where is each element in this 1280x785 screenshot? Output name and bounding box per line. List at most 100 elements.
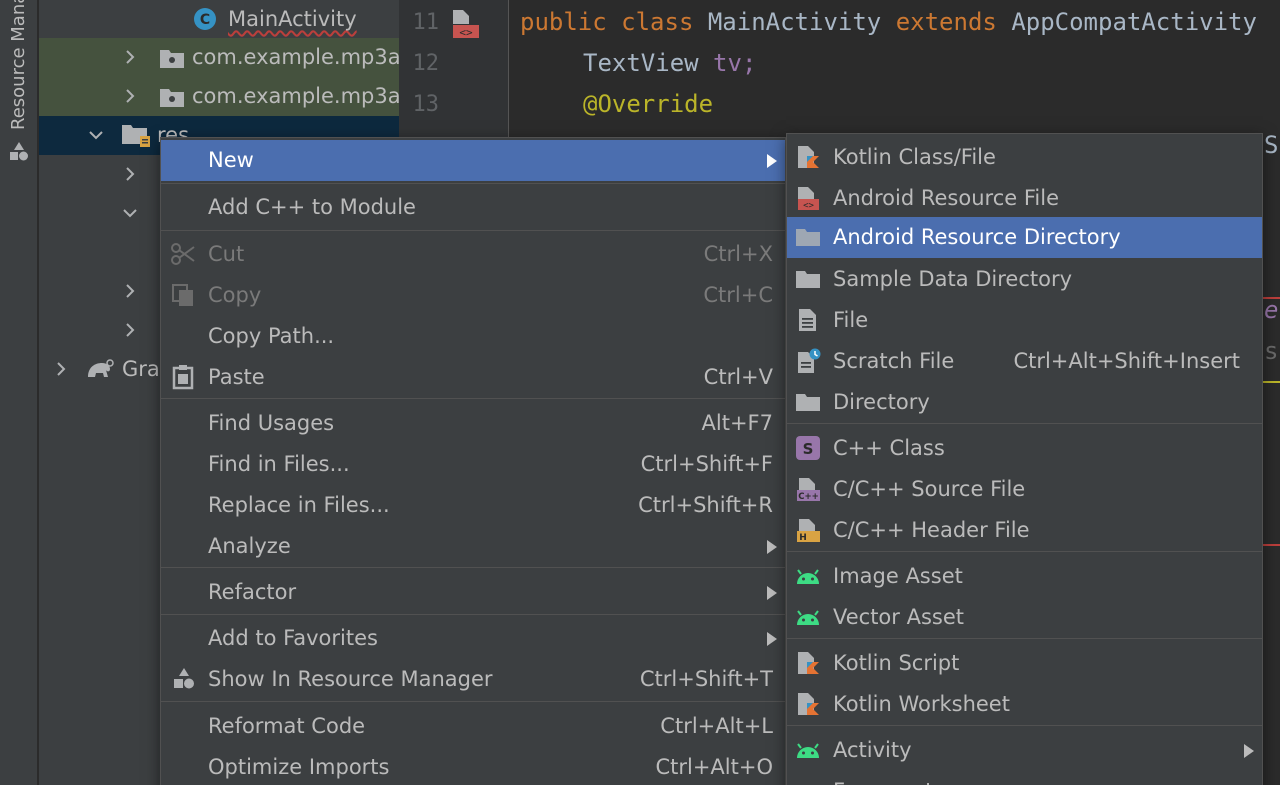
menu-item-new[interactable]: New: [161, 140, 785, 181]
svg-text:<>: <>: [803, 201, 814, 211]
chevron-right-icon[interactable]: [123, 284, 137, 298]
menu-separator: [161, 567, 785, 568]
menu-item-cpp-source-file[interactable]: C++ C/C++ Source File: [787, 469, 1262, 510]
submenu-arrow-icon: [767, 632, 777, 646]
tree-item-label: com.example.mp3app (test): [192, 84, 399, 108]
menu-item-reformat-code[interactable]: Reformat Code Ctrl+Alt+L: [161, 706, 785, 747]
cpp-class-icon: S: [796, 436, 820, 460]
menu-separator: [787, 638, 1262, 639]
menu-separator: [161, 614, 785, 615]
menu-item-activity[interactable]: Activity: [787, 730, 1262, 771]
code-line: TextView tv;: [583, 49, 757, 77]
folder-icon: [796, 394, 820, 411]
svg-text:C++: C++: [798, 492, 818, 502]
error-stripe: [1262, 544, 1280, 546]
menu-item-refactor[interactable]: Refactor: [161, 572, 785, 613]
scissors-icon: [171, 243, 195, 265]
svg-text:H: H: [799, 533, 807, 543]
menu-item-copy-path[interactable]: Copy Path...: [161, 316, 785, 357]
menu-item-add-cpp-to-module[interactable]: Add C++ to Module: [161, 187, 785, 228]
chevron-right-icon[interactable]: [123, 323, 137, 337]
tree-item-label: com.example.mp3app (androidTest): [192, 45, 399, 69]
menu-item-kotlin-worksheet[interactable]: Kotlin Worksheet: [787, 684, 1262, 725]
chevron-right-icon[interactable]: [54, 362, 68, 376]
code-line: @Override: [583, 90, 714, 118]
submenu-arrow-icon: [1244, 744, 1254, 758]
cpp-header-icon: H: [797, 519, 820, 543]
gradle-icon: [88, 359, 114, 377]
menu-item-find-usages[interactable]: Find Usages Alt+F7: [161, 403, 785, 444]
resource-manager-icon: [174, 668, 194, 689]
tree-item-label: MainActivity: [228, 7, 357, 31]
cpp-source-icon: C++: [797, 478, 820, 502]
context-menu: New Add C++ to Module Cut Ctrl+X Copy Ct…: [160, 137, 786, 785]
file-icon: [799, 309, 816, 331]
chevron-right-icon[interactable]: [123, 50, 137, 64]
menu-item-cpp-class[interactable]: S C++ Class: [787, 428, 1262, 469]
kotlin-script-icon: [798, 652, 819, 674]
tree-item-package-androidtest[interactable]: com.example.mp3app (androidTest): [39, 38, 399, 77]
menu-item-directory[interactable]: Directory: [787, 382, 1262, 423]
menu-item-vector-asset[interactable]: Vector Asset: [787, 597, 1262, 638]
android-resource-file-icon: <>: [798, 187, 819, 211]
menu-separator: [787, 725, 1262, 726]
menu-item-optimize-imports[interactable]: Optimize Imports Ctrl+Alt+O: [161, 747, 785, 785]
menu-separator: [787, 551, 1262, 552]
line-number: 11: [412, 10, 440, 35]
code-line: public class MainActivity extends AppCom…: [520, 8, 1257, 36]
tree-item-package-test[interactable]: com.example.mp3app (test): [39, 77, 399, 116]
kotlin-class-icon: C: [194, 8, 216, 30]
tool-window-strip: Resource Manager: [0, 0, 38, 785]
chevron-right-icon[interactable]: [123, 167, 137, 181]
package-icon: [160, 89, 184, 107]
menu-item-android-resource-file[interactable]: <> Android Resource File: [787, 178, 1262, 219]
package-icon: [160, 50, 184, 68]
warning-stripe: [1262, 381, 1280, 383]
svg-text:<>: <>: [459, 26, 473, 39]
scratch-file-icon: [798, 348, 821, 373]
chevron-down-icon[interactable]: [89, 128, 103, 142]
res-folder-icon: [122, 125, 150, 147]
submenu-arrow-icon: [767, 540, 777, 554]
code-fragment: e: [1264, 296, 1279, 324]
menu-item-show-in-resource-manager[interactable]: Show In Resource Manager Ctrl+Shift+T: [161, 659, 785, 700]
menu-item-replace-in-files[interactable]: Replace in Files... Ctrl+Shift+R: [161, 485, 785, 526]
layout-gutter-icon[interactable]: <>: [450, 8, 482, 40]
menu-item-image-asset[interactable]: Image Asset: [787, 556, 1262, 597]
menu-item-fragment[interactable]: Fragment: [787, 771, 1262, 785]
android-icon: [795, 778, 821, 785]
resource-manager-icon[interactable]: [9, 140, 29, 164]
chevron-right-icon[interactable]: [123, 89, 137, 103]
menu-separator: [161, 183, 785, 184]
clipboard-icon: [172, 365, 194, 390]
menu-item-file[interactable]: File: [787, 300, 1262, 341]
tree-item-mainactivity[interactable]: C MainActivity: [39, 0, 399, 39]
menu-separator: [161, 230, 785, 231]
menu-item-kotlin-script[interactable]: Kotlin Script: [787, 643, 1262, 684]
copy-icon: [172, 284, 193, 306]
menu-item-scratch-file[interactable]: Scratch File Ctrl+Alt+Shift+Insert: [787, 341, 1262, 382]
menu-item-android-resource-directory[interactable]: Android Resource Directory: [787, 217, 1262, 258]
menu-item-cut[interactable]: Cut Ctrl+X: [161, 234, 785, 275]
kotlin-file-icon: [798, 146, 819, 168]
menu-separator: [161, 701, 785, 702]
folder-icon: [796, 271, 820, 288]
android-icon: [797, 610, 819, 625]
menu-item-analyze[interactable]: Analyze: [161, 526, 785, 567]
menu-item-sample-data-directory[interactable]: Sample Data Directory: [787, 259, 1262, 300]
menu-item-copy[interactable]: Copy Ctrl+C: [161, 275, 785, 316]
menu-item-find-in-files[interactable]: Find in Files... Ctrl+Shift+F: [161, 444, 785, 485]
folder-icon: [796, 229, 820, 246]
menu-item-kotlin-class-file[interactable]: Kotlin Class/File: [787, 137, 1262, 178]
new-submenu: Kotlin Class/File <> Android Resource Fi…: [786, 133, 1263, 785]
chevron-down-icon[interactable]: [123, 206, 137, 220]
kotlin-worksheet-icon: [798, 693, 819, 715]
code-fragment: S: [1264, 131, 1279, 159]
error-stripe: [1262, 297, 1280, 299]
menu-item-cpp-header-file[interactable]: H C/C++ Header File: [787, 510, 1262, 551]
menu-item-add-to-favorites[interactable]: Add to Favorites: [161, 618, 785, 659]
submenu-arrow-icon: [767, 154, 777, 168]
menu-item-paste[interactable]: Paste Ctrl+V: [161, 357, 785, 398]
resource-manager-tab[interactable]: Resource Manager: [8, 0, 29, 130]
android-icon: [797, 569, 819, 584]
